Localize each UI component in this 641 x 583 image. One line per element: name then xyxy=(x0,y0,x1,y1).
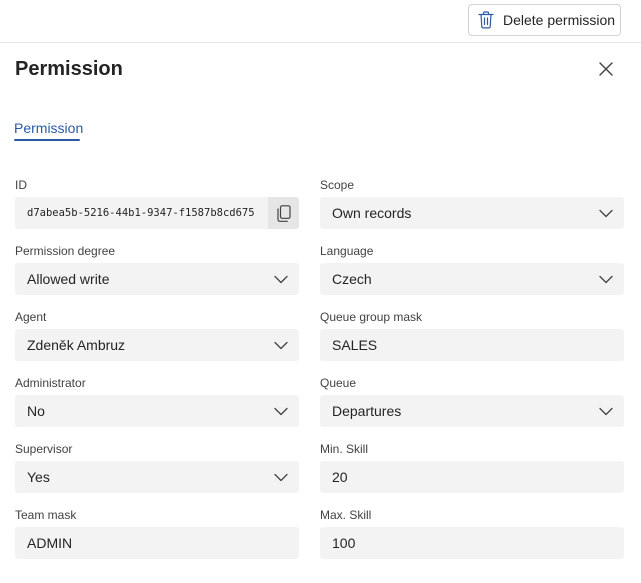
permission-degree-label: Permission degree xyxy=(15,244,116,258)
agent-label: Agent xyxy=(15,310,47,324)
scope-select[interactable]: Own records xyxy=(320,197,624,229)
chevron-down-icon xyxy=(274,275,288,284)
max-skill-value: 100 xyxy=(332,535,356,551)
agent-select[interactable]: Zdeněk Ambruz xyxy=(15,329,299,361)
min-skill-label: Min. Skill xyxy=(320,442,369,456)
administrator-value: No xyxy=(27,403,45,419)
language-label: Language xyxy=(320,244,374,258)
toolbar: Delete permission xyxy=(0,0,641,43)
scope-label: Scope xyxy=(320,178,355,192)
min-skill-value: 20 xyxy=(332,469,348,485)
queue-group-mask-label: Queue group mask xyxy=(320,310,423,324)
language-value: Czech xyxy=(332,271,372,287)
delete-permission-label: Delete permission xyxy=(503,12,616,28)
administrator-label: Administrator xyxy=(15,376,86,390)
queue-group-mask-input[interactable]: SALES xyxy=(320,329,624,361)
chevron-down-icon xyxy=(599,275,613,284)
queue-label: Queue xyxy=(320,376,357,390)
delete-permission-button[interactable]: Delete permission xyxy=(468,4,621,36)
id-label: ID xyxy=(15,178,27,192)
tab-permission[interactable]: Permission xyxy=(14,120,83,141)
tab-active-indicator xyxy=(14,139,80,141)
supervisor-label: Supervisor xyxy=(15,442,73,456)
scope-value: Own records xyxy=(332,205,412,221)
copy-icon xyxy=(276,204,291,222)
id-value: d7abea5b-5216-44b1-9347-f1587b8cd675 xyxy=(27,207,255,219)
chevron-down-icon xyxy=(274,473,288,482)
chevron-down-icon xyxy=(599,209,613,218)
max-skill-label: Max. Skill xyxy=(320,508,372,522)
panel-title: Permission xyxy=(15,58,123,80)
administrator-select[interactable]: No xyxy=(15,395,299,427)
id-field: d7abea5b-5216-44b1-9347-f1587b8cd675 xyxy=(15,197,299,229)
copy-id-button[interactable] xyxy=(268,197,299,229)
supervisor-select[interactable]: Yes xyxy=(15,461,299,493)
team-mask-label: Team mask xyxy=(15,508,77,522)
team-mask-value: ADMIN xyxy=(27,535,73,551)
chevron-down-icon xyxy=(599,407,613,416)
trash-icon xyxy=(478,11,494,29)
close-icon[interactable] xyxy=(597,60,615,78)
agent-value: Zdeněk Ambruz xyxy=(27,337,126,353)
min-skill-input[interactable]: 20 xyxy=(320,461,624,493)
permission-degree-select[interactable]: Allowed write xyxy=(15,263,299,295)
queue-value: Departures xyxy=(332,403,402,419)
max-skill-input[interactable]: 100 xyxy=(320,527,624,559)
permission-degree-value: Allowed write xyxy=(27,271,110,287)
chevron-down-icon xyxy=(274,341,288,350)
chevron-down-icon xyxy=(274,407,288,416)
language-select[interactable]: Czech xyxy=(320,263,624,295)
team-mask-input[interactable]: ADMIN xyxy=(15,527,299,559)
queue-select[interactable]: Departures xyxy=(320,395,624,427)
supervisor-value: Yes xyxy=(27,469,50,485)
queue-group-mask-value: SALES xyxy=(332,337,378,353)
